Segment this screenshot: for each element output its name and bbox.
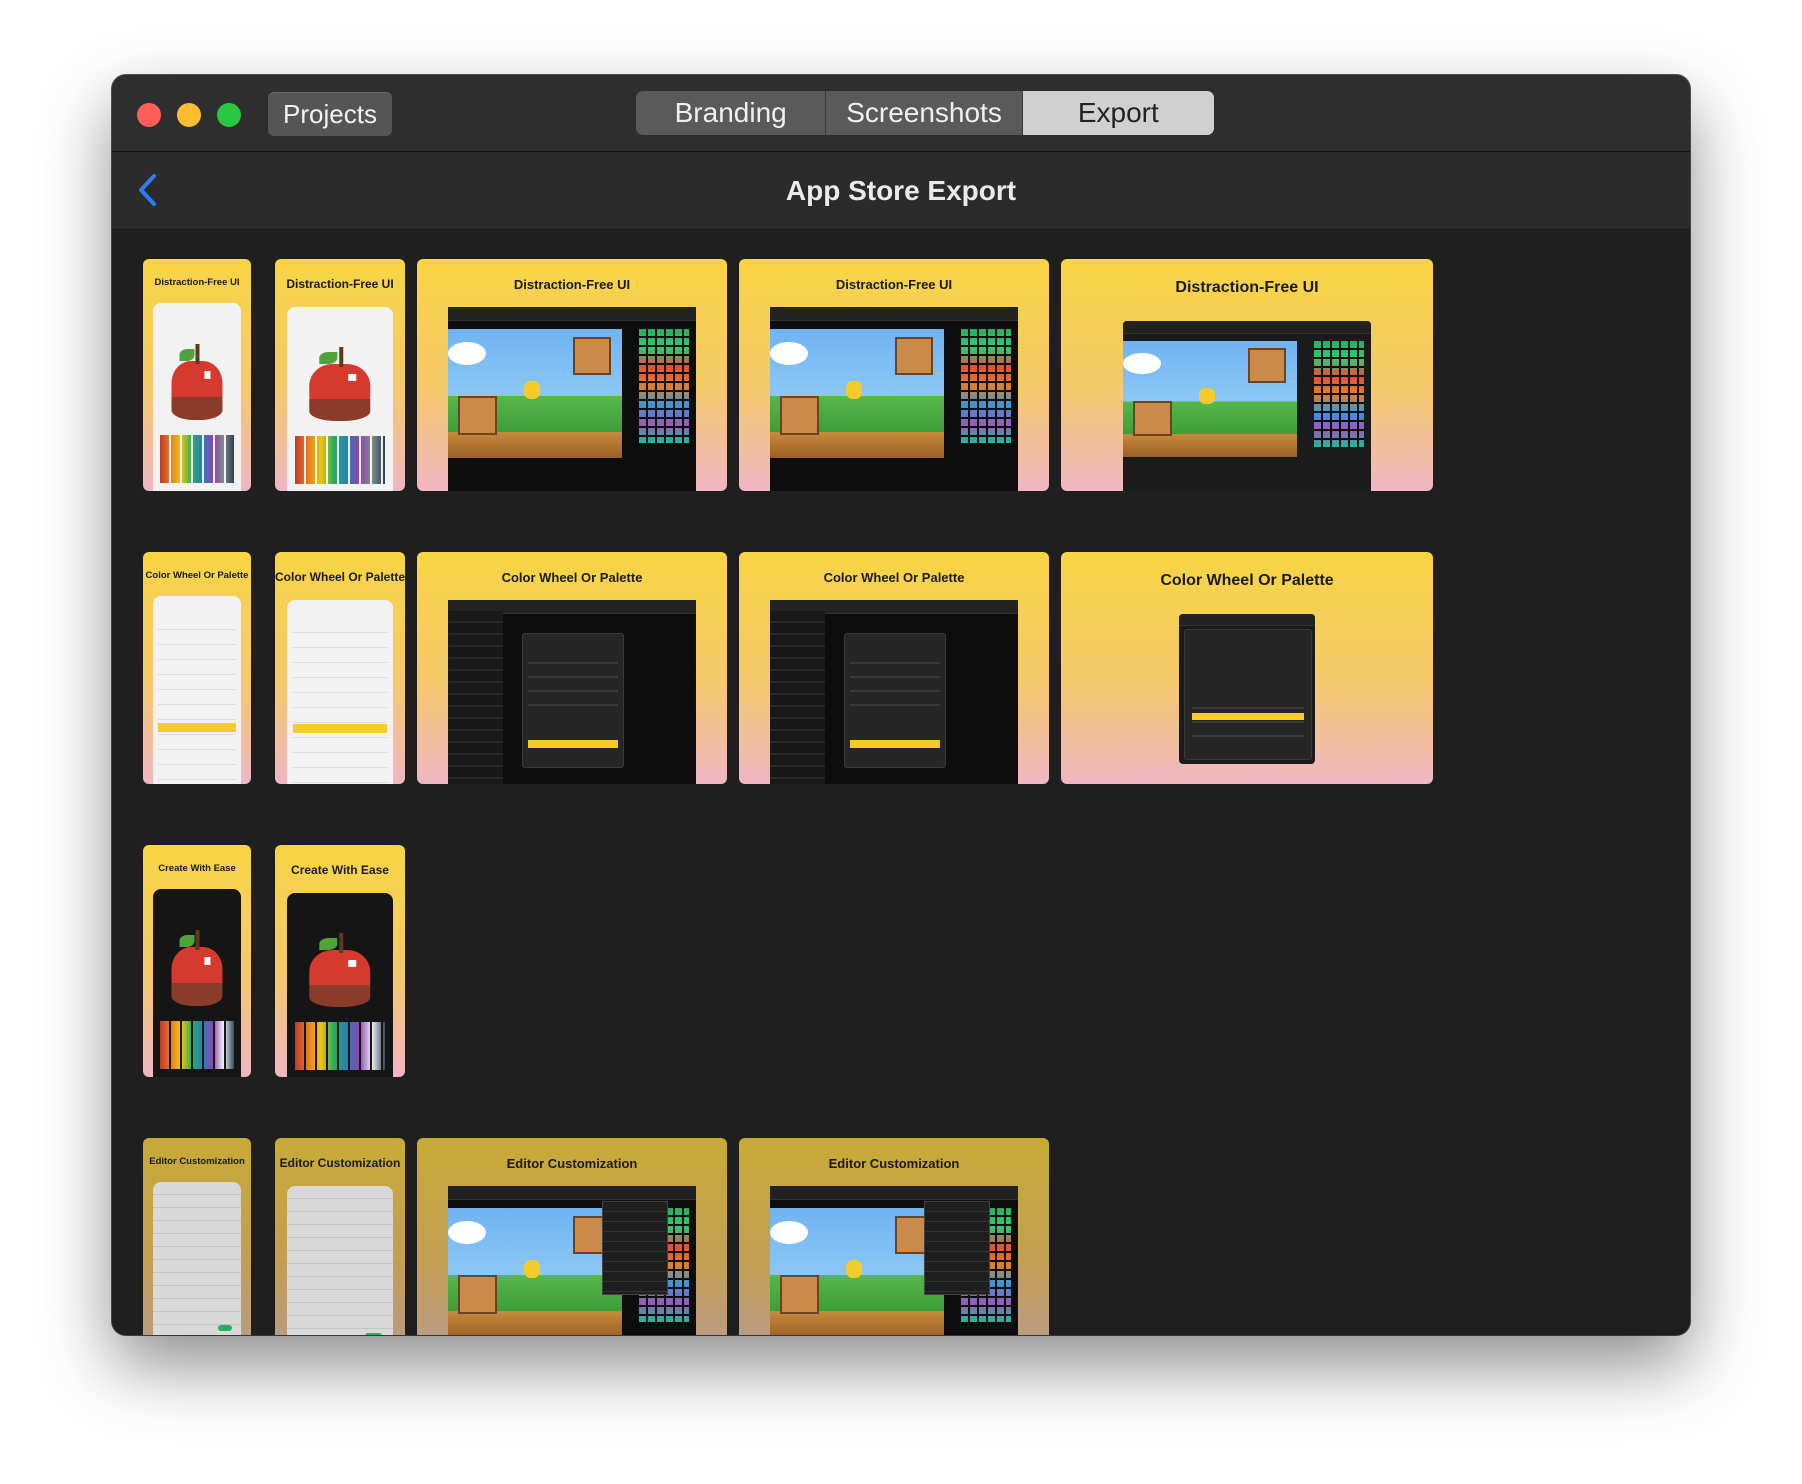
- screenshot-card[interactable]: Editor Customization: [143, 1138, 251, 1335]
- document-settings-popover: [601, 1200, 669, 1295]
- card-title: Distraction-Free UI: [835, 277, 953, 292]
- page-title: App Store Export: [785, 175, 1017, 206]
- pixel-apple-icon: [309, 347, 371, 422]
- card-title: Color Wheel Or Palette: [823, 570, 965, 585]
- screenshot-card[interactable]: Distraction-Free UI: [1061, 259, 1433, 491]
- screenshot-card[interactable]: Distraction-Free UI: [143, 259, 251, 491]
- screenshot-card[interactable]: Distraction-Free UI: [417, 259, 727, 491]
- pixel-game-scene: [448, 1208, 622, 1335]
- tablet-screenshot-preview: [448, 600, 696, 784]
- new-sprite-dialog: [844, 633, 946, 768]
- phone-screenshot-preview: [287, 893, 393, 1077]
- phone-screenshot-preview: [153, 889, 241, 1077]
- tablet-screenshot-preview: [770, 600, 1018, 784]
- phone-screenshot-preview: [287, 1186, 393, 1335]
- tab-screenshots[interactable]: Screenshots: [826, 91, 1023, 135]
- mac-screenshot-preview: [1179, 614, 1315, 764]
- file-browser-sidebar: [448, 611, 503, 784]
- screenshot-card[interactable]: Editor Customization: [417, 1138, 727, 1335]
- screenshot-card[interactable]: Create With Ease: [275, 845, 405, 1077]
- tablet-screenshot-preview: [770, 1186, 1018, 1335]
- card-title: Color Wheel Or Palette: [501, 570, 643, 585]
- tab-export[interactable]: Export: [1022, 91, 1214, 135]
- pixel-game-scene: [770, 1208, 944, 1335]
- screenshot-card[interactable]: Distraction-Free UI: [275, 259, 405, 491]
- file-browser-sidebar: [770, 611, 825, 784]
- export-grid: Distraction-Free UI Distraction-Free UI …: [112, 230, 1690, 1335]
- color-palette-strip: [295, 1021, 385, 1070]
- card-title: Editor Customization: [149, 1156, 245, 1167]
- mac-screenshot-preview: [1123, 321, 1371, 491]
- pixel-game-scene: [770, 329, 944, 458]
- pixel-apple-icon: [309, 933, 371, 1008]
- phone-screenshot-preview: [153, 596, 241, 784]
- screenshot-card[interactable]: Color Wheel Or Palette: [143, 552, 251, 784]
- screenshot-card[interactable]: Color Wheel Or Palette: [1061, 552, 1433, 784]
- card-title: Distraction-Free UI: [1175, 279, 1319, 296]
- card-title: Color Wheel Or Palette: [275, 570, 405, 584]
- tablet-screenshot-preview: [448, 307, 696, 491]
- app-window: Projects Branding Screenshots Export App…: [112, 75, 1690, 1335]
- card-title: Editor Customization: [279, 1156, 401, 1170]
- phone-screenshot-preview: [153, 1182, 241, 1335]
- card-title: Distraction-Free UI: [513, 277, 631, 292]
- screenshot-card[interactable]: Color Wheel Or Palette: [739, 552, 1049, 784]
- screenshot-card[interactable]: Distraction-Free UI: [739, 259, 1049, 491]
- new-sprite-dialog: [1184, 629, 1312, 760]
- card-title: Distraction-Free UI: [286, 277, 394, 291]
- phone-screenshot-preview: [153, 303, 241, 491]
- card-title: Create With Ease: [158, 863, 236, 874]
- phone-screenshot-preview: [287, 307, 393, 491]
- pixel-game-scene: [448, 329, 622, 458]
- pixel-apple-icon: [171, 930, 223, 1006]
- color-swatches: [1313, 341, 1364, 447]
- section-tabs: Branding Screenshots Export: [636, 91, 1214, 135]
- minimize-window-button[interactable]: [177, 103, 201, 127]
- zoom-window-button[interactable]: [217, 103, 241, 127]
- projects-button[interactable]: Projects: [268, 92, 392, 136]
- tablet-screenshot-preview: [448, 1186, 696, 1335]
- document-settings-panel: [287, 1186, 393, 1335]
- card-title: Color Wheel Or Palette: [145, 570, 249, 581]
- navigation-bar: App Store Export: [112, 152, 1690, 230]
- screenshot-card[interactable]: Color Wheel Or Palette: [275, 552, 405, 784]
- card-title: Editor Customization: [506, 1156, 638, 1171]
- screenshot-card[interactable]: Editor Customization: [275, 1138, 405, 1335]
- color-palette-strip: [295, 435, 385, 484]
- color-palette-strip: [160, 434, 234, 484]
- screenshot-card[interactable]: Editor Customization: [739, 1138, 1049, 1335]
- tablet-screenshot-preview: [770, 307, 1018, 491]
- new-sprite-dialog: [522, 633, 624, 768]
- new-sprite-form: [293, 618, 387, 784]
- close-window-button[interactable]: [137, 103, 161, 127]
- color-palette-strip: [160, 1020, 234, 1070]
- card-title: Distraction-Free UI: [154, 277, 240, 288]
- screenshot-card[interactable]: Color Wheel Or Palette: [417, 552, 727, 784]
- color-swatches: [960, 329, 1011, 444]
- document-settings-popover: [923, 1200, 991, 1295]
- card-title: Editor Customization: [828, 1156, 960, 1171]
- screenshot-card[interactable]: Create With Ease: [143, 845, 251, 1077]
- phone-screenshot-preview: [287, 600, 393, 784]
- title-bar: Projects Branding Screenshots Export: [112, 75, 1690, 152]
- color-swatches: [638, 329, 689, 444]
- pixel-game-scene: [1123, 341, 1297, 457]
- tab-branding[interactable]: Branding: [636, 91, 827, 135]
- card-title: Create With Ease: [291, 863, 389, 877]
- pixel-apple-icon: [171, 344, 223, 420]
- new-sprite-form: [158, 614, 236, 784]
- card-title: Color Wheel Or Palette: [1160, 572, 1334, 589]
- document-settings-panel: [153, 1182, 241, 1335]
